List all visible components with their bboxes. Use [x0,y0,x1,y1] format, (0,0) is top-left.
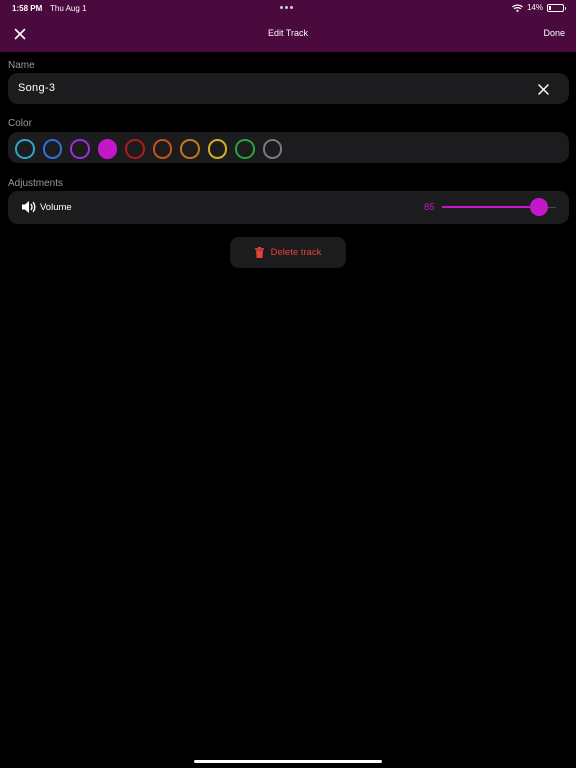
color-section-label: Color [8,118,32,129]
volume-label: Volume [40,202,72,213]
wifi-icon [512,4,523,12]
clear-icon [537,83,549,95]
volume-slider[interactable] [442,198,556,216]
color-swatch-7[interactable] [180,139,200,159]
name-field[interactable]: Song-3 [8,73,569,104]
volume-value: 85 [424,202,435,213]
status-bar: 1:58 PM Thu Aug 1 14% [0,0,576,16]
color-swatch-8[interactable] [207,139,227,159]
slider-fill [442,206,539,208]
color-swatch-6[interactable] [152,139,172,159]
adjustments-section-label: Adjustments [8,178,64,189]
name-input-value[interactable]: Song-3 [18,82,55,94]
slider-thumb[interactable] [529,198,548,216]
battery-icon [547,3,566,12]
status-right: 14% [512,3,566,12]
status-time: 1:58 PM [12,4,43,13]
trash-icon [254,247,264,258]
clear-name-button[interactable] [535,81,551,97]
color-swatches [15,139,282,159]
color-swatch-2[interactable] [42,139,62,159]
volume-row: Volume 85 [8,191,569,224]
done-button[interactable]: Done [543,28,565,38]
color-swatch-5[interactable] [125,139,145,159]
color-swatch-3[interactable] [70,139,90,159]
color-swatch-1[interactable] [15,139,35,159]
home-indicator[interactable] [194,760,382,763]
page-title: Edit Track [267,28,308,38]
speaker-icon [22,201,36,213]
nav-bar: Edit Track Done [0,16,576,52]
delete-track-button[interactable]: Delete track [230,237,346,268]
color-swatch-4[interactable] [97,139,117,159]
color-swatch-9[interactable] [235,139,255,159]
delete-track-label: Delete track [270,247,322,258]
battery-percent: 14% [526,3,543,12]
color-swatch-10[interactable] [262,139,282,159]
top-bar: 1:58 PM Thu Aug 1 14% Edit Track Done [0,0,576,52]
multitasking-dots-icon[interactable] [280,6,293,9]
color-picker [8,132,569,163]
name-section-label: Name [8,60,35,71]
status-date: Thu Aug 1 [50,4,87,13]
